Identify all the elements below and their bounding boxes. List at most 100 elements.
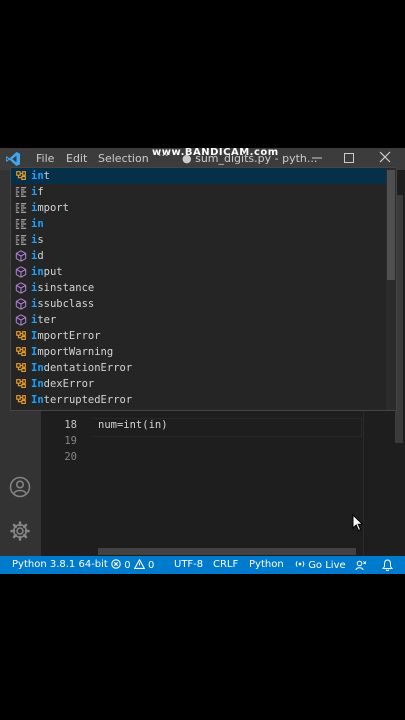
suggestion-label: ImportError bbox=[31, 328, 101, 344]
suggestion-item[interactable]: is bbox=[11, 232, 386, 248]
suggestion-item[interactable]: IndexError bbox=[11, 376, 386, 392]
suggestion-item[interactable]: in bbox=[11, 216, 386, 232]
warning-icon bbox=[133, 558, 145, 569]
go-live-label: Go Live bbox=[308, 560, 346, 571]
suggestion-rest: f bbox=[37, 186, 44, 198]
status-bar: Python 3.8.1 64-bit 0 0 UTF-8 CRLF Pytho… bbox=[0, 556, 405, 574]
class-kind-icon bbox=[16, 395, 26, 404]
suggestions-scrollbar[interactable] bbox=[386, 168, 396, 410]
snippet-kind-icon bbox=[15, 187, 27, 197]
suggestion-label: ImportWarning bbox=[31, 344, 113, 360]
suggestion-item[interactable]: isinstance bbox=[11, 280, 386, 296]
suggestion-label: IndentationError bbox=[31, 360, 132, 376]
function-kind-icon bbox=[15, 266, 27, 278]
suggestion-match: in bbox=[31, 170, 44, 182]
suggestion-rest: mport bbox=[37, 202, 69, 214]
suggestion-item[interactable]: id bbox=[11, 248, 386, 264]
feedback-icon[interactable] bbox=[355, 560, 367, 571]
menu-selection[interactable]: Selection bbox=[98, 152, 149, 165]
suggestion-label: isinstance bbox=[31, 280, 94, 296]
suggestion-rest: dexError bbox=[43, 378, 95, 390]
suggestion-item[interactable]: ImportError bbox=[11, 328, 386, 344]
suggestion-item[interactable]: issubclass bbox=[11, 296, 386, 312]
warning-count: 0 bbox=[147, 560, 155, 571]
encoding[interactable]: UTF-8 bbox=[174, 559, 203, 570]
code-text: num=int(in) bbox=[98, 419, 168, 431]
vscode-window: File Edit Selection ··· ● sum_digits.py … bbox=[0, 148, 405, 574]
suggestion-rest: dentationError bbox=[43, 362, 133, 374]
function-kind-icon bbox=[15, 282, 27, 294]
bandicam-watermark: www.BANDICAM.com bbox=[152, 148, 279, 158]
minimize-icon bbox=[312, 157, 322, 159]
suggestion-item[interactable]: iter bbox=[11, 312, 386, 328]
suggestion-rest: put bbox=[43, 266, 63, 278]
problems-indicator[interactable]: 0 0 bbox=[111, 558, 155, 571]
suggestion-item[interactable]: IndentationError bbox=[11, 360, 386, 376]
menu-edit[interactable]: Edit bbox=[66, 152, 87, 165]
close-icon bbox=[379, 151, 391, 163]
suggestion-match: in bbox=[31, 218, 44, 230]
python-interpreter[interactable]: Python 3.8.1 64-bit bbox=[12, 559, 108, 570]
code-line[interactable]: 20 bbox=[41, 451, 405, 467]
line-number: 20 bbox=[64, 451, 77, 463]
suggestion-match: In bbox=[31, 394, 44, 406]
line-endings[interactable]: CRLF bbox=[213, 559, 238, 570]
go-live-button[interactable]: Go Live bbox=[295, 559, 346, 571]
close-button[interactable] bbox=[373, 148, 397, 166]
suggestion-rest: ssubclass bbox=[37, 298, 95, 310]
suggestion-item[interactable]: if bbox=[11, 184, 386, 200]
suggestion-rest: d bbox=[37, 250, 44, 262]
suggestions-scroll-thumb[interactable] bbox=[387, 170, 395, 280]
snippet-kind-icon bbox=[15, 235, 27, 245]
suggestion-match: in bbox=[31, 266, 44, 278]
account-icon[interactable] bbox=[9, 476, 31, 498]
maximize-button[interactable] bbox=[337, 149, 361, 167]
suggestion-label: import bbox=[31, 200, 69, 216]
suggestion-item[interactable]: import bbox=[11, 200, 386, 216]
mouse-cursor-icon bbox=[352, 514, 364, 532]
class-kind-icon bbox=[16, 331, 26, 340]
autocomplete-suggestions[interactable]: int if import in is id input isinstance issubcla… bbox=[10, 167, 397, 411]
suggestion-item[interactable]: InterruptedError bbox=[11, 392, 386, 408]
suggestion-label: IndexError bbox=[31, 376, 94, 392]
function-kind-icon bbox=[15, 314, 27, 326]
suggestion-label: issubclass bbox=[31, 296, 94, 312]
suggestion-label: in bbox=[31, 216, 44, 232]
suggestion-label: id bbox=[31, 248, 44, 264]
suggestion-match: In bbox=[31, 362, 44, 374]
class-kind-icon bbox=[16, 379, 26, 388]
code-line[interactable]: 19 bbox=[41, 435, 405, 451]
broadcast-icon bbox=[295, 560, 305, 568]
error-count: 0 bbox=[124, 560, 131, 571]
horizontal-scrollbar[interactable] bbox=[98, 548, 356, 555]
suggestion-rest: ter bbox=[37, 314, 57, 326]
suggestion-rest: terruptedError bbox=[43, 394, 133, 406]
bell-icon[interactable] bbox=[382, 559, 393, 571]
suggestion-label: input bbox=[31, 264, 63, 280]
suggestion-label: is bbox=[31, 232, 44, 248]
suggestion-item[interactable]: int bbox=[11, 168, 386, 184]
suggestion-rest: sinstance bbox=[37, 282, 95, 294]
minimize-button[interactable] bbox=[305, 149, 329, 167]
class-kind-icon bbox=[16, 363, 26, 372]
suggestion-match: In bbox=[31, 378, 44, 390]
suggestion-label: int bbox=[31, 168, 50, 184]
maximize-icon bbox=[344, 153, 354, 163]
suggestion-label: if bbox=[31, 184, 44, 200]
language-mode[interactable]: Python bbox=[249, 559, 284, 570]
suggestion-rest: t bbox=[43, 170, 50, 182]
class-kind-icon bbox=[16, 171, 26, 180]
code-line[interactable]: 18 num=int(in) bbox=[41, 419, 405, 435]
suggestion-rest: s bbox=[37, 234, 44, 246]
suggestion-label: InterruptedError bbox=[31, 392, 132, 408]
suggestion-rest: mportWarning bbox=[37, 346, 114, 358]
suggestion-item[interactable]: input bbox=[11, 264, 386, 280]
suggestion-item[interactable]: ImportWarning bbox=[11, 344, 386, 360]
function-kind-icon bbox=[15, 298, 27, 310]
vscode-logo-icon bbox=[6, 152, 20, 166]
menu-file[interactable]: File bbox=[36, 152, 54, 165]
suggestion-label: iter bbox=[31, 312, 56, 328]
gear-icon[interactable] bbox=[9, 520, 31, 542]
function-kind-icon bbox=[15, 250, 27, 262]
error-icon bbox=[111, 559, 121, 569]
